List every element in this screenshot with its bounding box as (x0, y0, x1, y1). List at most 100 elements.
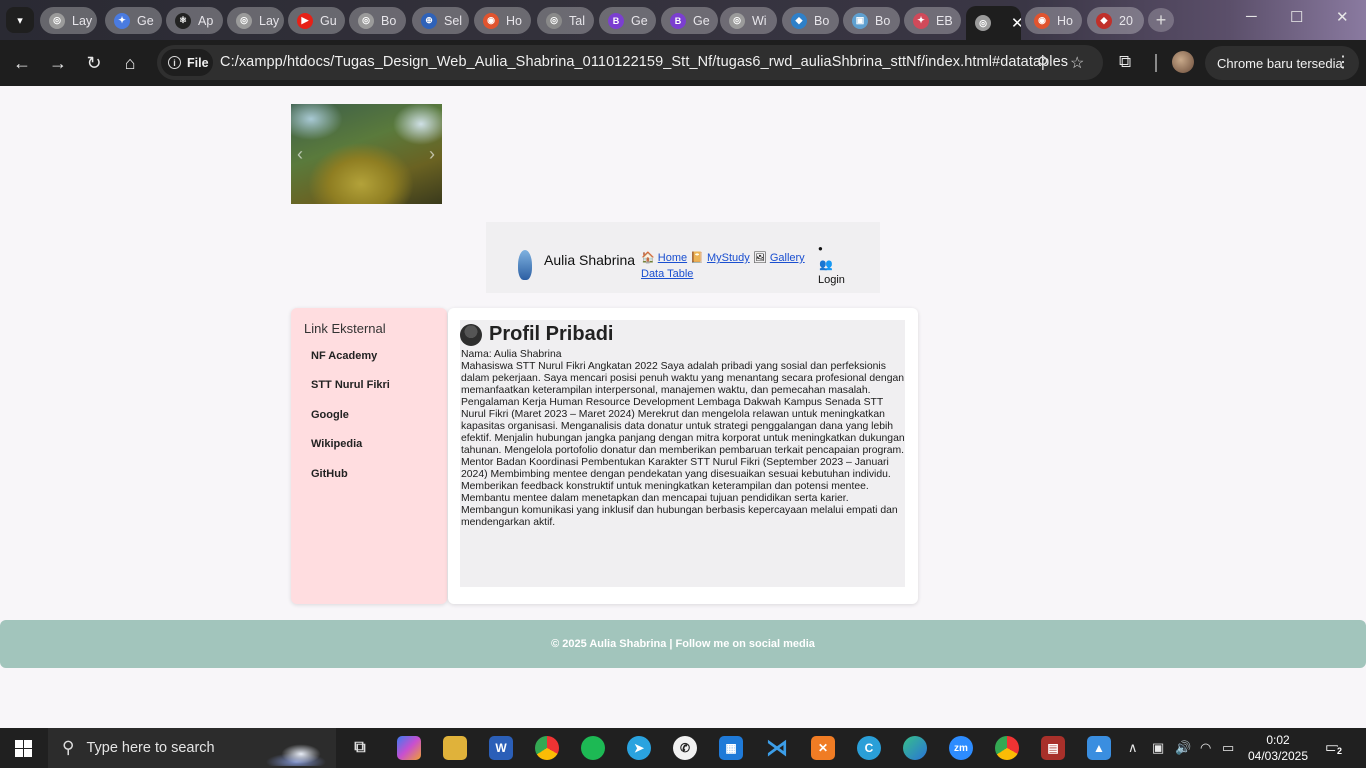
browser-tab[interactable]: ✦ EB (904, 7, 961, 34)
reload-icon[interactable]: ↻ (82, 51, 106, 75)
nav-bullet: ● (818, 244, 823, 253)
browser-tab[interactable]: ◎ Lay (227, 7, 284, 34)
edge-icon[interactable] (903, 736, 927, 760)
notification-icon[interactable]: ▭ 2 (1325, 738, 1345, 756)
battery-icon[interactable]: ▭ (1222, 740, 1234, 756)
extensions-icon[interactable]: ⧉ (1119, 52, 1131, 72)
nav-mystudy-link[interactable]: MyStudy (707, 252, 750, 264)
tab-title: Ho (506, 13, 522, 28)
back-icon[interactable]: ← (10, 51, 34, 75)
tab-favicon-icon: ◎ (49, 12, 65, 29)
word-icon[interactable]: W (489, 736, 513, 760)
sidebar-link-github[interactable]: GitHub (311, 468, 390, 497)
bookmark-star-icon[interactable]: ☆ (1070, 53, 1084, 73)
winrar-icon[interactable]: ▤ (1041, 736, 1065, 760)
sidebar-link-wikipedia[interactable]: Wikipedia (311, 438, 390, 467)
external-links-sidebar: Link Eksternal NF Academy STT Nurul Fikr… (291, 308, 447, 604)
slider-next-icon[interactable]: › (429, 144, 435, 165)
taskbar-clock[interactable]: 0:02 04/03/2025 (1246, 732, 1310, 764)
nav-login-link[interactable]: Login (818, 274, 845, 286)
browser-tab[interactable]: B Ge (599, 7, 656, 34)
nav-home-link[interactable]: Home (658, 252, 687, 264)
windows-taskbar: ⚲ Type here to search ⧉ W ➤ ✆ ▦ ⋊ ✕ C zm… (0, 728, 1366, 768)
file-explorer-icon[interactable] (443, 736, 467, 760)
tab-title: Gu (320, 13, 337, 28)
tab-favicon-icon: ◎ (358, 12, 374, 29)
tab-favicon-icon: ◉ (483, 12, 499, 29)
tab-favicon-icon: ✦ (114, 12, 130, 29)
tab-favicon-icon: ◎ (236, 12, 252, 29)
windows-start-icon[interactable] (15, 740, 32, 757)
tab-title: Bo (875, 13, 891, 28)
info-icon: i (168, 56, 181, 69)
chrome-profile-icon[interactable] (995, 736, 1019, 760)
forward-icon[interactable]: → (46, 51, 70, 75)
browser-tab[interactable]: ◆ 20 (1087, 7, 1144, 34)
nav-datatable-link[interactable]: Data Table (641, 268, 693, 280)
telegram-icon[interactable]: ➤ (627, 736, 651, 760)
profile-avatar[interactable] (1172, 51, 1194, 73)
browser-tab[interactable]: B Ge (661, 7, 718, 34)
tab-favicon-icon: B (608, 12, 624, 29)
slider-prev-icon[interactable]: ‹ (297, 144, 303, 165)
zoom-app-icon[interactable]: zm (949, 736, 973, 760)
taskbar-search-box[interactable]: ⚲ Type here to search (48, 728, 336, 768)
login-users-icon: 👥 (819, 259, 833, 271)
toolbar-divider (1155, 54, 1157, 72)
site-info-chip[interactable]: i File (161, 49, 213, 76)
browser-tab[interactable]: ◎ Wi (720, 7, 777, 34)
new-tab-button[interactable]: + (1148, 8, 1174, 32)
tray-overflow-icon[interactable]: ∧ (1128, 740, 1138, 756)
browser-tab[interactable]: ◎ ✕ (966, 6, 1021, 40)
browser-tab[interactable]: ◉ Ho (474, 7, 531, 34)
volume-icon[interactable]: 🔊 (1175, 740, 1191, 756)
address-bar[interactable]: i File C:/xampp/htdocs/Tugas_Design_Web_… (157, 45, 1103, 80)
sidebar-link-stt-nurul-fikri[interactable]: STT Nurul Fikri (311, 379, 390, 408)
tab-close-icon[interactable]: ✕ (1011, 14, 1021, 32)
spotify-icon[interactable] (581, 736, 605, 760)
home-icon[interactable]: ⌂ (118, 51, 142, 75)
profile-name: Nama: Aulia Shabrina (461, 349, 562, 360)
sidebar-link-nf-academy[interactable]: NF Academy (311, 350, 390, 379)
browser-tab[interactable]: ◆ Bo (782, 7, 839, 34)
maximize-icon[interactable]: ☐ (1290, 8, 1303, 26)
update-button[interactable]: Chrome baru tersedia ⋮ (1205, 46, 1359, 80)
minimize-icon[interactable]: ─ (1246, 8, 1257, 25)
browser-toolbar: ← → ↻ ⌂ i File C:/xampp/htdocs/Tugas_Des… (0, 40, 1366, 86)
sidebar-link-google[interactable]: Google (311, 409, 390, 438)
tab-favicon-icon: B (670, 12, 686, 29)
browser-tab[interactable]: ▣ Bo (843, 7, 900, 34)
tab-strip: ▾ ◎ Lay ✦ Ge ⚛ Ap ◎ Lay ▶ Gu ◎ Bo ⊕ Sel ◉ Ho ◎ Tal B Ge B Ge ◎… (0, 0, 1366, 40)
whatsapp-icon[interactable]: ✆ (673, 736, 697, 760)
clock-time: 0:02 (1266, 733, 1290, 747)
site-navbar: Aulia Shabrina 🏠 Home 📔 MyStudy 🖼 Galler… (486, 222, 880, 293)
tab-title: Lay (72, 13, 93, 28)
meet-now-icon[interactable]: ▣ (1152, 740, 1164, 756)
url-text[interactable]: C:/xampp/htdocs/Tugas_Design_Web_Aulia_S… (220, 54, 1068, 70)
browser-tab[interactable]: ◎ Bo (349, 7, 406, 34)
canva-icon[interactable]: C (857, 736, 881, 760)
vscode-icon[interactable]: ⋊ (765, 735, 789, 760)
wifi-icon[interactable]: ◠ (1200, 740, 1211, 756)
browser-tab[interactable]: ✦ Ge (105, 7, 162, 34)
tab-favicon-icon: ◎ (729, 12, 745, 29)
browser-tab[interactable]: ▶ Gu (288, 7, 345, 34)
nav-gallery-link[interactable]: Gallery (770, 252, 805, 264)
browser-tab[interactable]: ◎ Lay (40, 7, 97, 34)
profile-experience: Pengalaman Kerja Human Resource Developm… (461, 397, 905, 528)
zoom-icon[interactable]: ⚲ (1037, 53, 1049, 73)
task-view-icon[interactable]: ⧉ (348, 736, 372, 760)
menu-kebab-icon[interactable]: ⋮ (1335, 52, 1351, 72)
browser-tab[interactable]: ◎ Tal (537, 7, 594, 34)
copilot-icon[interactable] (397, 736, 421, 760)
browser-tab[interactable]: ◉ Ho (1025, 7, 1082, 34)
store-icon[interactable]: ▦ (719, 736, 743, 760)
tab-search-button[interactable]: ▾ (6, 7, 34, 33)
profile-card: Profil Pribadi Nama: Aulia Shabrina Maha… (448, 308, 918, 604)
photos-icon[interactable]: ▲ (1087, 736, 1111, 760)
close-window-icon[interactable]: ✕ (1336, 8, 1349, 26)
browser-tab[interactable]: ⚛ Ap (166, 7, 223, 34)
browser-tab[interactable]: ⊕ Sel (412, 7, 469, 34)
chrome-icon[interactable] (535, 736, 559, 760)
xampp-icon[interactable]: ✕ (811, 736, 835, 760)
